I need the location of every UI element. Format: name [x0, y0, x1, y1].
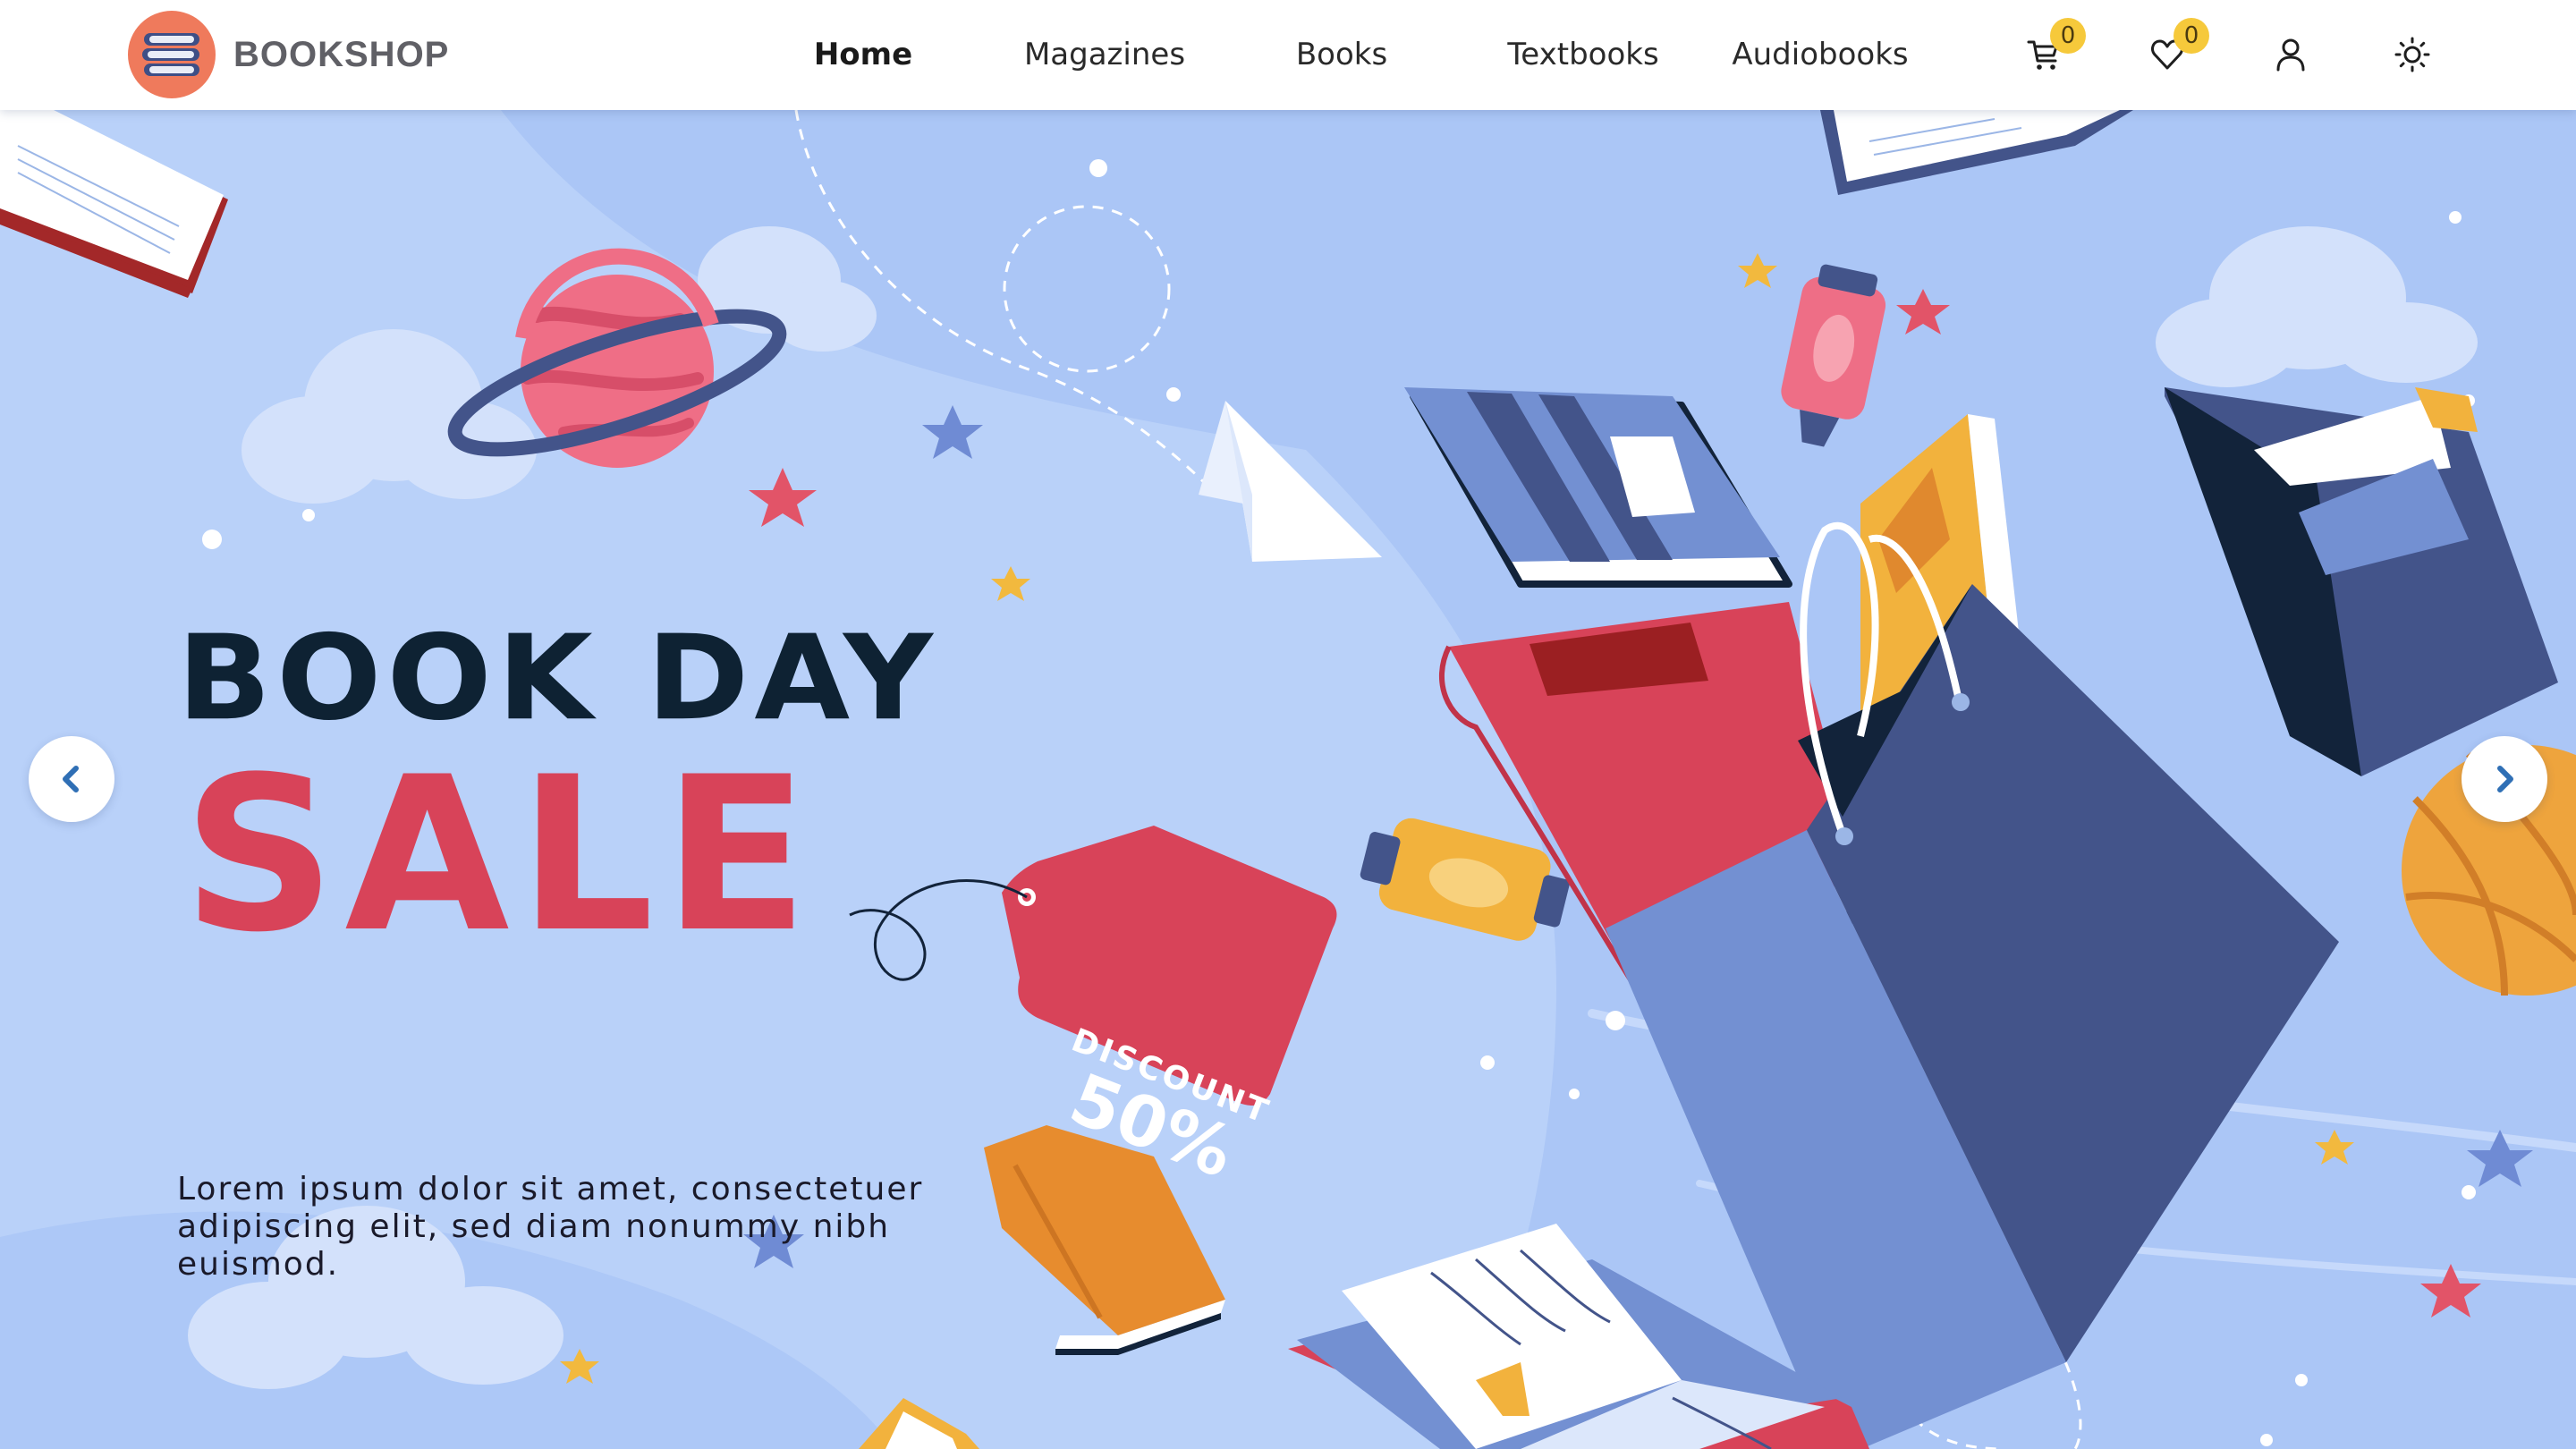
wishlist-button[interactable]: 0: [2145, 18, 2209, 77]
sun-icon: [2394, 37, 2430, 72]
brand[interactable]: BOOKSHOP: [128, 10, 449, 99]
theme-toggle-button[interactable]: [2390, 32, 2435, 77]
top-navbar: BOOKSHOP Home Magazines Books Textbooks …: [0, 0, 2576, 110]
carousel-next-button[interactable]: [2462, 736, 2547, 822]
cart-count-badge: 0: [2050, 18, 2086, 54]
nav-item-books[interactable]: Books: [1288, 34, 1395, 75]
nav-item-audiobooks[interactable]: Audiobooks: [1731, 34, 1910, 75]
hero-description: Lorem ipsum dolor sit amet, consectetuer…: [177, 1171, 924, 1283]
brand-name: BOOKSHOP: [233, 34, 450, 74]
nav-item-textbooks[interactable]: Textbooks: [1503, 34, 1664, 75]
nav-item-home[interactable]: Home: [809, 34, 917, 75]
account-button[interactable]: [2268, 32, 2313, 77]
chevron-right-icon: [2497, 766, 2513, 792]
nav-item-magazines[interactable]: Magazines: [1020, 34, 1190, 75]
chevron-left-icon: [63, 766, 79, 792]
books-stack-icon: [128, 11, 216, 98]
bookshop-landing-page: BOOKSHOP Home Magazines Books Textbooks …: [0, 0, 2576, 1449]
cart-button[interactable]: 0: [2021, 18, 2086, 77]
hero-headline-sale: SALE: [182, 732, 818, 979]
hero-banner: BOOK DAY SALE DISCOUNT 50% Lorem ipsum d…: [0, 110, 2576, 1449]
hero-headline-book-day: BOOK DAY: [177, 609, 938, 747]
wishlist-count-badge: 0: [2174, 18, 2209, 54]
carousel-prev-button[interactable]: [29, 736, 114, 822]
user-icon: [2276, 38, 2305, 72]
